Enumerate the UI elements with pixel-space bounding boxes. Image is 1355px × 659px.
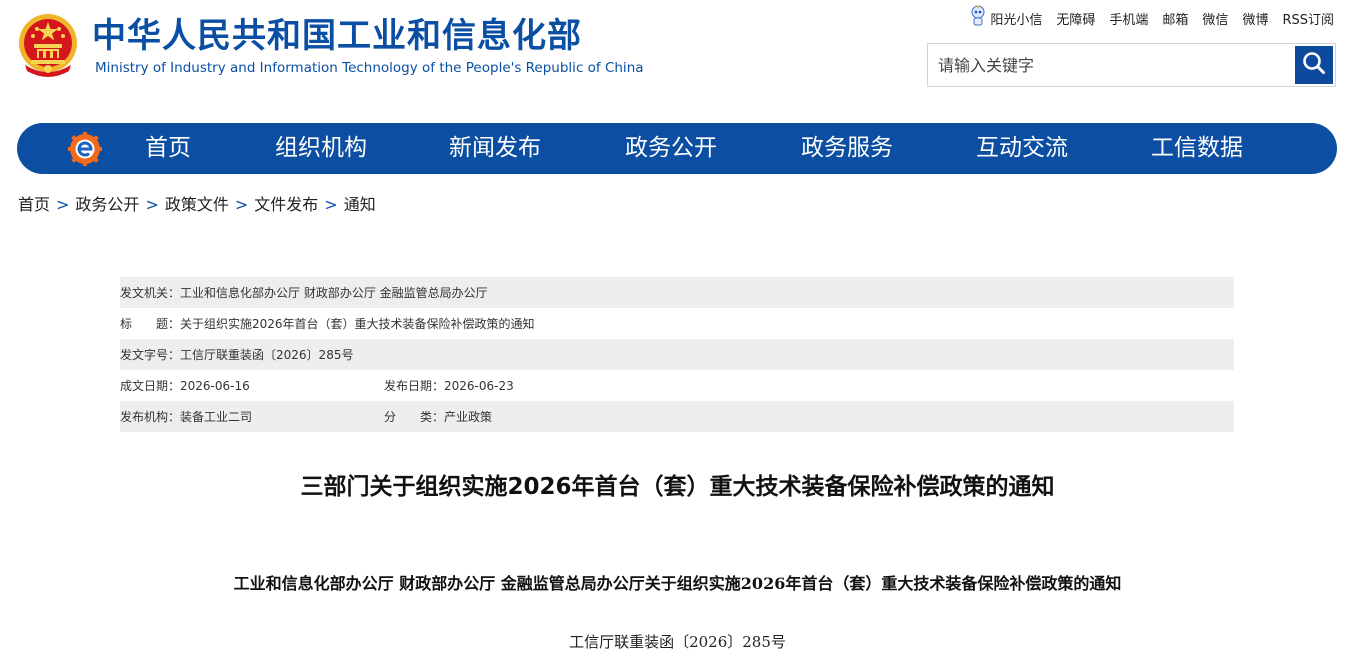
dept-value: 装备工业二司 bbox=[180, 410, 253, 424]
breadcrumb-doc-release[interactable]: 文件发布 bbox=[254, 195, 318, 214]
breadcrumb-separator: > bbox=[145, 195, 159, 214]
top-link-mobile[interactable]: 手机端 bbox=[1109, 9, 1148, 28]
breadcrumb-home[interactable]: 首页 bbox=[18, 195, 50, 214]
search-button[interactable] bbox=[1295, 46, 1333, 84]
breadcrumb-separator: > bbox=[324, 195, 338, 214]
breadcrumb-gov-affairs[interactable]: 政务公开 bbox=[75, 195, 139, 214]
search-input[interactable] bbox=[928, 44, 1294, 86]
title-value: 关于组织实施2026年首台（套）重大技术装备保险补偿政策的通知 bbox=[180, 317, 535, 331]
category-cell: 分 类：产业政策 bbox=[384, 408, 492, 425]
breadcrumb-separator: > bbox=[234, 195, 249, 214]
nav-home[interactable]: 首页 bbox=[145, 123, 191, 174]
dept-label: 发布机构： bbox=[120, 410, 181, 424]
search-box bbox=[927, 43, 1336, 87]
info-row-issuer: 发文机关： 工业和信息化部办公厅 财政部办公厅 金融监管总局办公厅 bbox=[120, 277, 1234, 308]
nav-organization[interactable]: 组织机构 bbox=[275, 123, 367, 174]
site-title-cn: 中华人民共和国工业和信息化部 bbox=[92, 16, 582, 56]
top-link-wechat[interactable]: 微信 bbox=[1202, 9, 1228, 28]
info-row-doc-no: 发文字号： 工信厅联重装函〔2026〕285号 bbox=[120, 339, 1234, 370]
robot-icon bbox=[970, 5, 986, 31]
top-link-accessibility[interactable]: 无障碍 bbox=[1056, 9, 1095, 28]
article-title: 三部门关于组织实施2026年首台（套）重大技术装备保险补偿政策的通知 bbox=[300, 474, 1055, 500]
nav-gov-affairs[interactable]: 政务公开 bbox=[625, 123, 717, 174]
written-date-value: 2026-06-16 bbox=[180, 379, 250, 393]
main-nav: 首页 组织机构 新闻发布 政务公开 政务服务 互动交流 工信数据 bbox=[17, 123, 1337, 174]
national-emblem-icon bbox=[17, 13, 79, 79]
nav-data[interactable]: 工信数据 bbox=[1151, 123, 1243, 174]
breadcrumb-policy-docs[interactable]: 政策文件 bbox=[165, 195, 229, 214]
issuer-label: 发文机关： bbox=[120, 286, 181, 300]
dept-cell: 发布机构：装备工业二司 bbox=[120, 408, 384, 425]
search-icon bbox=[1301, 50, 1327, 80]
nav-news[interactable]: 新闻发布 bbox=[449, 123, 541, 174]
issuer-value: 工业和信息化部办公厅 财政部办公厅 金融监管总局办公厅 bbox=[180, 286, 488, 300]
info-row-dates: 成文日期：2026-06-16 发布日期：2026-06-23 bbox=[120, 370, 1234, 401]
category-value: 产业政策 bbox=[444, 410, 493, 424]
info-row-title: 标 题： 关于组织实施2026年首台（套）重大技术装备保险补偿政策的通知 bbox=[120, 308, 1234, 339]
top-link-mail[interactable]: 邮箱 bbox=[1162, 9, 1188, 28]
top-link-weibo[interactable]: 微博 bbox=[1242, 9, 1268, 28]
site-title-en: Ministry of Industry and Information Tec… bbox=[95, 60, 644, 76]
breadcrumb-notice[interactable]: 通知 bbox=[344, 195, 376, 214]
top-link-rss[interactable]: RSS订阅 bbox=[1282, 9, 1334, 28]
breadcrumb-separator: > bbox=[56, 195, 70, 214]
written-date-label: 成文日期： bbox=[120, 379, 181, 393]
top-links: 阳光小信 无障碍 手机端 邮箱 微信 微博 RSS订阅 bbox=[970, 5, 1334, 31]
nav-gov-services[interactable]: 政务服务 bbox=[801, 123, 893, 174]
doc-no-value: 工信厅联重装函〔2026〕285号 bbox=[180, 348, 354, 362]
top-link-sunshine[interactable]: 阳光小信 bbox=[970, 5, 1042, 31]
ministry-logo-icon[interactable] bbox=[68, 132, 102, 166]
article-subtitle: 工业和信息化部办公厅 财政部办公厅 金融监管总局办公厅关于组织实施2026年首台… bbox=[233, 574, 1122, 593]
document-info-table: 发文机关： 工业和信息化部办公厅 财政部办公厅 金融监管总局办公厅 标 题： 关… bbox=[120, 277, 1234, 432]
breadcrumb: 首页 > 政务公开 > 政策文件 > 文件发布 > 通知 bbox=[18, 194, 376, 216]
article-doc-number: 工信厅联重装函〔2026〕285号 bbox=[569, 633, 786, 651]
written-date-cell: 成文日期：2026-06-16 bbox=[120, 377, 384, 394]
top-link-label: 阳光小信 bbox=[990, 12, 1043, 28]
published-date-cell: 发布日期：2026-06-23 bbox=[384, 377, 514, 394]
published-date-value: 2026-06-23 bbox=[444, 379, 514, 393]
title-label: 标 题： bbox=[120, 317, 181, 331]
published-date-label: 发布日期： bbox=[384, 379, 445, 393]
nav-interaction[interactable]: 互动交流 bbox=[976, 123, 1068, 174]
category-label: 分 类： bbox=[384, 410, 445, 424]
doc-no-label: 发文字号： bbox=[120, 348, 181, 362]
info-row-dept: 发布机构：装备工业二司 分 类：产业政策 bbox=[120, 401, 1234, 432]
